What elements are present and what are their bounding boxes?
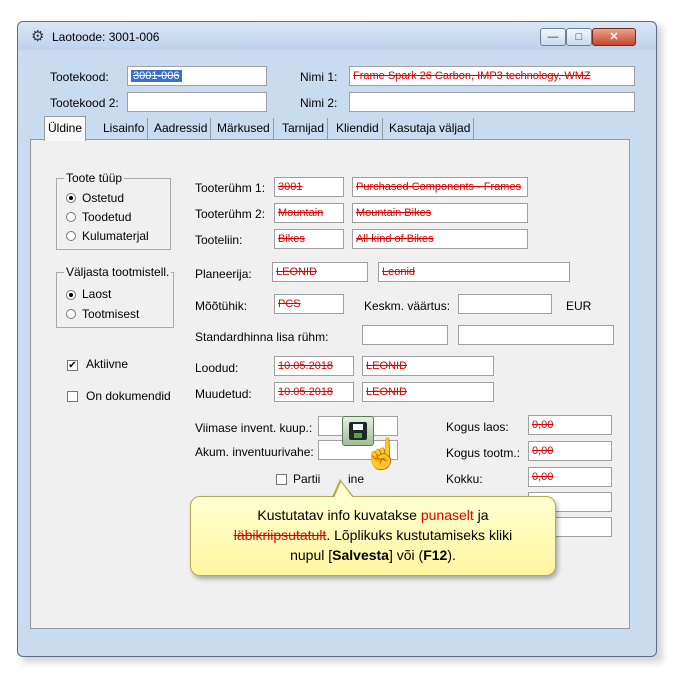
- callout-line-2: läbikriipsutatult. Lõplikuks kustutamise…: [191, 525, 555, 545]
- tooteryhm1-label: Tooterühm 1:: [195, 181, 266, 195]
- tooteliin-name[interactable]: All kind of Bikes: [352, 229, 528, 249]
- callout-text-1a: Kustutatav info kuvatakse: [257, 507, 421, 523]
- close-button[interactable]: ✕: [592, 28, 636, 46]
- window-title: Laotoode: 3001-006: [52, 30, 160, 44]
- radio-laost[interactable]: [66, 290, 76, 300]
- nimi1-label: Nimi 1:: [300, 70, 338, 84]
- planeerija-name[interactable]: Leonid: [378, 262, 570, 282]
- tooteryhm2-name[interactable]: Mountain Bikes: [352, 203, 528, 223]
- radio-ostetud[interactable]: [66, 193, 76, 203]
- callout-tail-fill: [334, 482, 353, 498]
- kogus-laos-label: Kogus laos:: [446, 420, 509, 434]
- tootekood-value: 3001-006: [131, 70, 182, 82]
- tootekood-label: Tootekood:: [50, 70, 109, 84]
- radio-toodetud[interactable]: [66, 212, 76, 222]
- tab-uldine[interactable]: Üldine: [44, 116, 87, 141]
- maximize-button[interactable]: □: [566, 28, 592, 46]
- dokumendid-checkbox[interactable]: [67, 391, 78, 402]
- tab-tarnijad[interactable]: Tarnijad: [279, 118, 329, 139]
- tooteryhm1-code[interactable]: 3001: [274, 177, 344, 197]
- tootekood-input[interactable]: 3001-006: [127, 66, 267, 86]
- tab-lisainfo[interactable]: Lisainfo: [100, 118, 149, 139]
- tab-markused[interactable]: Märkused: [214, 118, 274, 139]
- tooteryhm1-name[interactable]: Purchased Components - Frames: [352, 177, 528, 197]
- callout-text-3b: Salvesta: [332, 547, 389, 563]
- muudetud-date[interactable]: 10.05.2018: [274, 382, 354, 402]
- tootekood2-label: Tootekood 2:: [50, 96, 119, 110]
- callout-text-3e: ).: [447, 547, 456, 563]
- callout-text-3d: F12: [423, 547, 448, 563]
- planeerija-code[interactable]: LEONID: [272, 262, 368, 282]
- loodud-label: Loodud:: [195, 361, 239, 375]
- akum-label: Akum. inventuurivahe:: [195, 445, 314, 459]
- planeerija-label: Planeerija:: [195, 267, 252, 281]
- kogus-laos-input[interactable]: 0,00: [528, 415, 612, 435]
- kogus-tootm-label: Kogus tootm.:: [446, 446, 521, 460]
- aktiivne-checkbox[interactable]: ✔: [67, 360, 78, 371]
- nimi2-input[interactable]: [349, 92, 635, 112]
- kokku-label: Kokku:: [446, 472, 483, 486]
- muudetud-user[interactable]: LEONID: [362, 382, 494, 402]
- radio-laost-label: Laost: [82, 287, 112, 301]
- callout-text-2b: . Lõplikuks kustutamiseks kliki: [326, 527, 513, 543]
- callout-text-1c: ja: [473, 507, 489, 523]
- mootyhik-input[interactable]: PCS: [274, 294, 344, 314]
- tooteliin-label: Tooteliin:: [195, 233, 243, 247]
- radio-kulumaterjal[interactable]: [66, 231, 76, 241]
- tooteliin-code[interactable]: Bikes: [274, 229, 344, 249]
- tooteryhm2-code[interactable]: Mountain: [274, 203, 344, 223]
- currency-label: EUR: [566, 299, 592, 313]
- radio-tootmisest[interactable]: [66, 309, 76, 319]
- tab-aadressid[interactable]: Aadressid: [151, 118, 212, 139]
- viimase-invent-label: Viimase invent. kuup.:: [195, 421, 313, 435]
- callout-line-1: Kustutatav info kuvatakse punaselt ja: [191, 505, 555, 525]
- callout-line-3: nupul [Salvesta] või (F12).: [191, 545, 555, 565]
- minimize-button[interactable]: —: [540, 28, 566, 46]
- valjasta-label: Väljasta tootmistell.: [64, 265, 172, 279]
- radio-ostetud-label: Ostetud: [82, 191, 125, 205]
- loodud-date[interactable]: 10.05.2018: [274, 356, 354, 376]
- muudetud-label: Muudetud:: [195, 387, 252, 401]
- nimi2-label: Nimi 2:: [300, 96, 338, 110]
- callout-text-2a: läbikriipsutatult: [233, 527, 327, 543]
- partii-checkbox[interactable]: [276, 474, 287, 485]
- callout-text-3a: nupul [: [290, 547, 333, 563]
- radio-kulumaterjal-label: Kulumaterjal: [82, 229, 149, 243]
- title-bar[interactable]: ⚙ Laotoode: 3001-006 — □ ✕: [18, 22, 656, 50]
- nimi1-input[interactable]: Frame Spark 26 Carbon, IMP3 technology, …: [349, 66, 635, 86]
- toote-tyyp-label: Toote tüüp: [64, 171, 125, 185]
- kokku-input[interactable]: 0,00: [528, 467, 612, 487]
- dokumendid-label: On dokumendid: [86, 389, 171, 403]
- keskm-input[interactable]: [458, 294, 552, 314]
- callout-text-1b: punaselt: [420, 507, 474, 523]
- tooteryhm2-label: Tooterühm 2:: [195, 207, 266, 221]
- mootyhik-label: Mõõtühik:: [195, 299, 248, 313]
- pointing-hand-icon: ☝: [363, 438, 401, 471]
- partii-label: Partii: [293, 472, 321, 486]
- radio-toodetud-label: Toodetud: [82, 210, 132, 224]
- tab-kliendid[interactable]: Kliendid: [333, 118, 383, 139]
- radio-tootmisest-label: Tootmisest: [82, 307, 140, 321]
- aktiivne-label: Aktiivne: [86, 357, 129, 371]
- info-callout: Kustutatav info kuvatakse punaselt ja lä…: [190, 496, 556, 576]
- kogus-tootm-input[interactable]: 0,00: [528, 441, 612, 461]
- tab-kasutaja-valjad[interactable]: Kasutaja väljad: [386, 118, 475, 139]
- standard-label: Standardhinna lisa rühm:: [195, 330, 329, 344]
- standard-code[interactable]: [362, 325, 448, 345]
- loodud-user[interactable]: LEONID: [362, 356, 494, 376]
- keskm-label: Keskm. väärtus:: [364, 299, 451, 313]
- tootekood2-input[interactable]: [127, 92, 267, 112]
- app-icon: ⚙: [31, 28, 45, 45]
- standard-name[interactable]: [458, 325, 614, 345]
- callout-text-3c: ] või (: [388, 547, 424, 563]
